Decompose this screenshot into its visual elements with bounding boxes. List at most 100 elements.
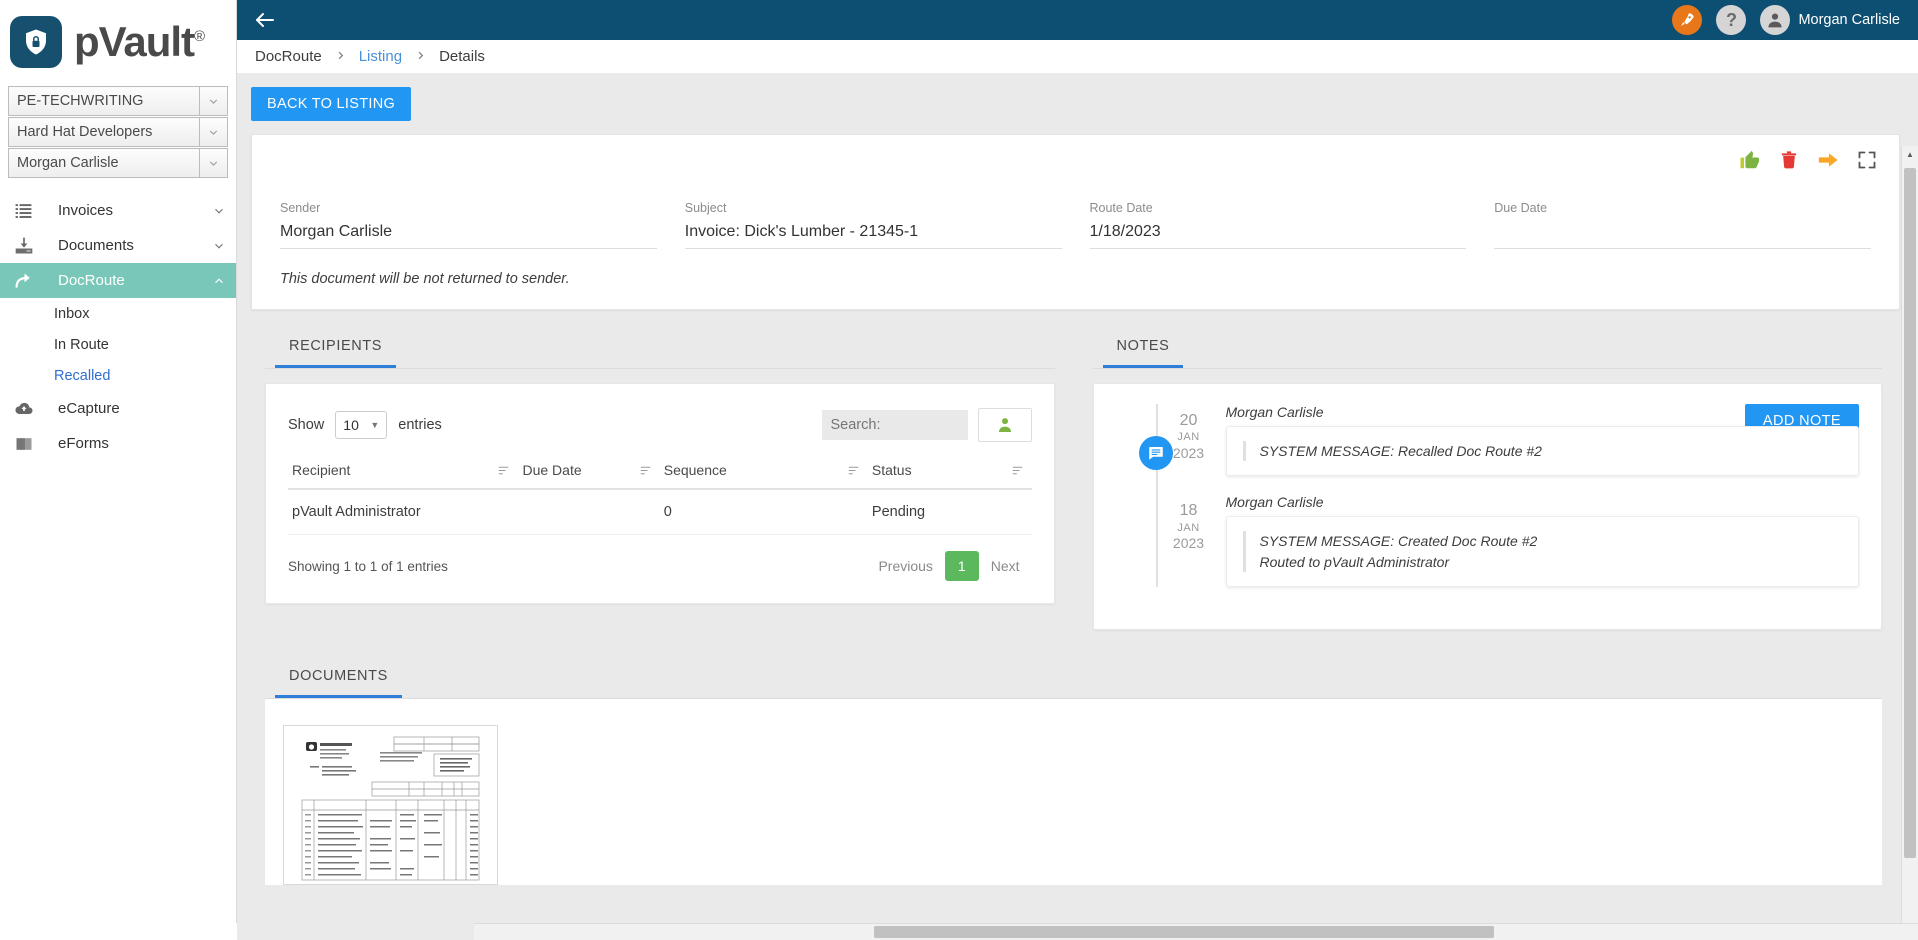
column-header-due-date[interactable]: Due Date xyxy=(518,456,660,490)
cell-status: Pending xyxy=(867,489,1032,535)
selector-company-label: PE-TECHWRITING xyxy=(17,93,144,109)
recipients-search-area xyxy=(821,408,1032,442)
sidebar-item-invoices[interactable]: Invoices xyxy=(0,193,236,228)
sidebar-item-documents-label: Documents xyxy=(58,237,134,254)
brand-trademark: ® xyxy=(194,28,205,45)
top-header-actions: ? Morgan Carlisle xyxy=(1672,5,1900,35)
note-author: Morgan Carlisle xyxy=(1225,404,1324,420)
delete-trash-icon[interactable] xyxy=(1779,150,1799,170)
sidebar-item-documents[interactable]: Documents xyxy=(0,228,236,263)
breadcrumb-listing[interactable]: Listing xyxy=(359,48,402,65)
cell-recipient: pVault Administrator xyxy=(288,489,519,535)
sidebar: pVault® PE-TECHWRITING Hard Hat Develope… xyxy=(0,0,237,940)
header-user-name[interactable]: Morgan Carlisle xyxy=(1798,12,1900,28)
cloud-upload-icon xyxy=(14,399,58,419)
shield-lock-icon xyxy=(10,16,62,68)
details-fields: Sender Morgan Carlisle Subject Invoice: … xyxy=(252,181,1899,255)
note-day: 18 xyxy=(1179,502,1198,520)
person-add-icon[interactable] xyxy=(977,408,1032,442)
chevron-down-icon[interactable] xyxy=(199,118,227,146)
selector-user[interactable]: Morgan Carlisle xyxy=(8,148,228,178)
sidebar-item-eforms[interactable]: eForms xyxy=(0,426,236,461)
sidebar-bottom-strip xyxy=(0,923,237,940)
sidebar-item-ecapture[interactable]: eCapture xyxy=(0,391,236,426)
search-input[interactable] xyxy=(821,410,968,440)
details-card-actions xyxy=(252,135,1899,181)
selector-company[interactable]: PE-TECHWRITING xyxy=(8,86,228,116)
tab-recipients[interactable]: RECIPIENTS xyxy=(275,328,397,368)
sidebar-subitem-in-route-label: In Route xyxy=(54,336,109,353)
sidebar-subitem-recalled[interactable]: Recalled xyxy=(0,360,236,391)
sidebar-subitem-inbox[interactable]: Inbox xyxy=(0,298,236,329)
recipients-table-footer: Showing 1 to 1 of 1 entries Previous 1 N… xyxy=(266,535,1054,603)
notes-timeline: 20 JAN 2023 Morgan Carlisle SYSTEM MESSA… xyxy=(1116,404,1859,587)
cell-sequence: 0 xyxy=(659,489,868,535)
sidebar-subitem-in-route[interactable]: In Route xyxy=(0,329,236,360)
table-row[interactable]: pVault Administrator 0 Pending xyxy=(288,489,1032,535)
sidebar-item-docroute-label: DocRoute xyxy=(58,272,125,289)
horizontal-scrollbar-thumb[interactable] xyxy=(874,926,1494,938)
chevron-down-icon[interactable] xyxy=(199,87,227,115)
sidebar-item-docroute[interactable]: DocRoute xyxy=(0,263,236,298)
breadcrumb-root[interactable]: DocRoute xyxy=(255,48,322,65)
page-length-select[interactable]: 10 ▼ xyxy=(335,411,388,439)
field-route-date: Route Date 1/18/2023 xyxy=(1089,201,1467,249)
chevron-down-icon[interactable] xyxy=(202,204,236,218)
arrow-left-icon[interactable] xyxy=(249,4,281,36)
documents-tabrow: DOCUMENTS xyxy=(265,658,1882,699)
note-accent-bar xyxy=(1242,531,1246,572)
field-subject-value: Invoice: Dick's Lumber - 21345-1 xyxy=(684,223,919,240)
column-header-status[interactable]: Status xyxy=(867,456,1032,490)
forward-arrow-icon[interactable] xyxy=(1817,149,1839,171)
column-header-recipient[interactable]: Recipient xyxy=(288,456,519,490)
note-box: SYSTEM MESSAGE: Recalled Doc Route #2 xyxy=(1225,426,1859,477)
vertical-scrollbar[interactable]: ▲ xyxy=(1901,146,1918,923)
documents-thumbnails xyxy=(265,698,1882,885)
tab-documents[interactable]: DOCUMENTS xyxy=(275,658,402,698)
note-line: SYSTEM MESSAGE: Created Doc Route #2 xyxy=(1259,533,1538,550)
column-header-due-date-label: Due Date xyxy=(522,462,582,478)
cell-due-date xyxy=(518,489,660,535)
field-route-date-value: 1/18/2023 xyxy=(1089,223,1161,240)
recipients-table-body: pVault Administrator 0 Pending xyxy=(288,489,1032,535)
sort-icon xyxy=(847,464,860,480)
selector-group[interactable]: Hard Hat Developers xyxy=(8,117,228,147)
page-length-value: 10 xyxy=(343,417,359,433)
pagination-page-1[interactable]: 1 xyxy=(944,551,979,581)
sort-icon xyxy=(1011,464,1024,480)
column-header-sequence[interactable]: Sequence xyxy=(659,456,868,490)
note-author: Morgan Carlisle xyxy=(1225,494,1324,511)
chevron-right-icon xyxy=(335,49,346,64)
detail-columns: RECIPIENTS Show 10 ▼ entries Search: Rec… xyxy=(251,328,1900,630)
user-avatar-icon[interactable] xyxy=(1760,5,1791,35)
field-subject-label: Subject xyxy=(684,201,727,215)
show-label: Show xyxy=(288,417,325,433)
chevron-down-icon[interactable] xyxy=(202,239,236,253)
recipients-table-controls: Show 10 ▼ entries xyxy=(266,384,1054,456)
rocket-icon[interactable] xyxy=(1672,5,1703,35)
return-note-text: This document will be not returned to se… xyxy=(280,271,570,287)
question-mark-icon[interactable]: ? xyxy=(1716,5,1747,35)
tab-notes[interactable]: NOTES xyxy=(1102,328,1184,368)
column-header-recipient-label: Recipient xyxy=(292,462,351,478)
approve-thumbs-up-icon[interactable] xyxy=(1739,149,1761,171)
pagination-previous[interactable]: Previous xyxy=(866,552,944,580)
sidebar-item-invoices-label: Invoices xyxy=(58,202,114,219)
sidebar-subitem-inbox-label: Inbox xyxy=(54,305,90,322)
pagination-next[interactable]: Next xyxy=(979,552,1032,580)
details-card: Sender Morgan Carlisle Subject Invoice: … xyxy=(251,134,1900,310)
field-sender-value: Morgan Carlisle xyxy=(280,223,393,240)
column-header-sequence-label: Sequence xyxy=(663,462,727,478)
horizontal-scrollbar[interactable] xyxy=(474,923,1918,940)
chevron-up-icon[interactable] xyxy=(202,274,236,288)
invoice-document-thumbnail[interactable] xyxy=(283,724,498,885)
scroll-up-arrow-icon[interactable]: ▲ xyxy=(1902,146,1918,163)
chevron-down-icon: ▼ xyxy=(370,420,380,430)
back-to-listing-button[interactable]: BACK TO LISTING xyxy=(251,87,412,121)
breadcrumb: DocRoute Listing Details xyxy=(237,40,1918,73)
chevron-down-icon[interactable] xyxy=(199,149,227,177)
sidebar-subitem-recalled-label: Recalled xyxy=(54,367,111,384)
vertical-scrollbar-thumb[interactable] xyxy=(1904,168,1916,858)
expand-fullscreen-icon[interactable] xyxy=(1857,150,1877,170)
brand-logo-area: pVault® xyxy=(0,0,236,78)
